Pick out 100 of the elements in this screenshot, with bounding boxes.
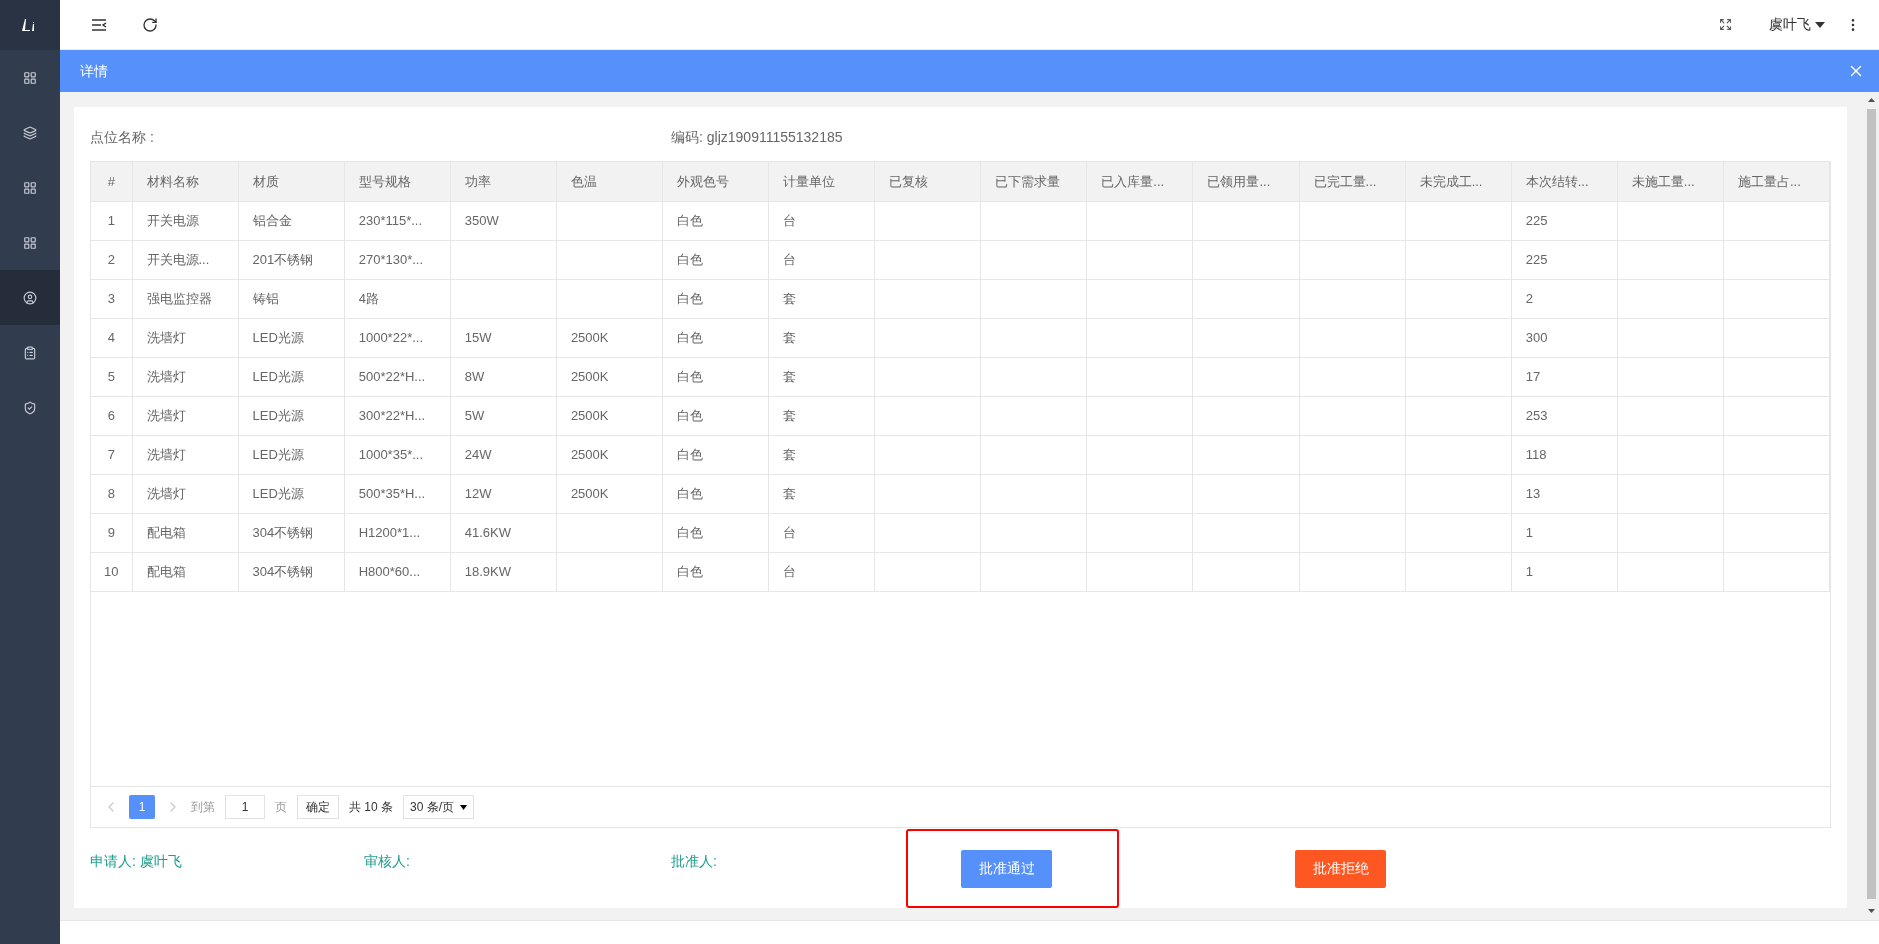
table-cell: 2500K <box>570 446 609 462</box>
table-cell: 15W <box>464 329 492 345</box>
table-cell: 6 <box>107 407 115 423</box>
table-cell: LED光源 <box>252 329 304 345</box>
table-cell: 套 <box>783 290 797 306</box>
column-header: 功率 <box>450 162 557 201</box>
table-cell: 253 <box>1525 407 1548 423</box>
table-cell: LED光源 <box>252 407 304 423</box>
table-cell: 2 <box>107 251 115 267</box>
table-cell: 白色 <box>676 290 703 306</box>
table-cell: 350W <box>464 212 499 228</box>
table-cell: H1200*1... <box>358 524 421 540</box>
table-cell: 304不锈钢 <box>252 563 314 579</box>
table-cell: 白色 <box>676 329 703 345</box>
table-cell: 套 <box>783 329 797 345</box>
table-cell: 500*22*H... <box>358 368 426 384</box>
page-size-select[interactable]: 30 条/页 <box>403 795 475 819</box>
column-header: # <box>91 162 132 201</box>
table-cell: 洗墙灯 <box>146 329 186 345</box>
field-label: 编码: gljz190911155132185 <box>671 127 843 147</box>
table-cell: 白色 <box>676 485 703 501</box>
table-cell: 1 <box>1525 524 1533 540</box>
menu-fold-icon[interactable] <box>91 17 107 32</box>
confirm-button[interactable]: 确定 <box>297 795 339 819</box>
table-cell: 开关电源 <box>146 212 199 228</box>
table-cell: 铸铝 <box>252 290 279 306</box>
table-cell: 12W <box>464 485 492 501</box>
column-header: 型号规格 <box>344 162 451 201</box>
table-cell: 1 <box>107 212 115 228</box>
table-cell: 白色 <box>676 446 703 462</box>
table-cell: 4 <box>107 329 115 345</box>
table-cell: 开关电源... <box>146 251 210 267</box>
column-header: 材料名称 <box>132 162 239 201</box>
table-cell: 配电箱 <box>146 563 186 579</box>
user-menu[interactable]: 虞叶飞 <box>1769 14 1825 35</box>
table-cell: 4路 <box>358 290 379 306</box>
table-cell: 24W <box>464 446 492 462</box>
caret-icon <box>460 804 468 810</box>
table-cell: 白色 <box>676 212 703 228</box>
column-header: 未施工量... <box>1617 162 1724 201</box>
column-header: 已完工量... <box>1299 162 1406 201</box>
table-cell: 300 <box>1525 329 1548 345</box>
column-header: 计量单位 <box>768 162 875 201</box>
table-cell: 套 <box>783 407 797 423</box>
table-cell: 2500K <box>570 407 609 423</box>
table-cell: 7 <box>107 446 115 462</box>
table-cell: 304不锈钢 <box>252 524 314 540</box>
sidebar-item[interactable] <box>0 270 60 325</box>
column-header: 已领用量... <box>1192 162 1300 201</box>
refresh-icon[interactable] <box>142 16 158 33</box>
table-cell: 201不锈钢 <box>252 251 314 267</box>
table-cell: 18.9KW <box>464 563 512 579</box>
column-header: 已复核 <box>874 162 981 201</box>
column-header: 本次结转... <box>1511 162 1618 201</box>
table-cell: 2500K <box>570 329 609 345</box>
table-cell: 洗墙灯 <box>146 407 186 423</box>
dialog-title: 详情 <box>80 61 108 81</box>
table-cell: 洗墙灯 <box>146 485 186 501</box>
table-cell: 白色 <box>676 524 703 540</box>
fullscreen-icon[interactable] <box>1719 18 1732 31</box>
menu-item-icon <box>23 180 37 195</box>
table-cell: 8W <box>464 368 485 384</box>
table-cell: 8 <box>107 485 115 501</box>
table-cell: 2 <box>1525 290 1533 306</box>
table-cell: 1 <box>1525 563 1533 579</box>
table-cell: 9 <box>107 524 115 540</box>
table-cell: 225 <box>1525 212 1548 228</box>
table-cell: 套 <box>783 446 797 462</box>
menu-item-icon <box>23 235 37 250</box>
caret-icon <box>1815 21 1825 28</box>
table-cell: 配电箱 <box>146 524 186 540</box>
table-cell: 白色 <box>676 407 703 423</box>
column-header: 未完成工... <box>1405 162 1512 201</box>
column-header: 施工量占... <box>1723 162 1830 201</box>
column-header: 外观色号 <box>662 162 769 201</box>
table-cell: 13 <box>1525 485 1541 501</box>
table-cell: 2500K <box>570 368 609 384</box>
table-cell: 225 <box>1525 251 1548 267</box>
field-label: 点位名称 : <box>90 127 155 147</box>
total-count: 共 10 条 <box>349 799 393 816</box>
table-cell: 洗墙灯 <box>146 446 186 462</box>
page-input[interactable]: 1 <box>225 795 265 819</box>
table-cell: 2500K <box>570 485 609 501</box>
menu-item-icon <box>23 400 37 415</box>
signature-label: 审核人: <box>364 853 410 869</box>
table-cell: 1000*22*... <box>358 329 424 345</box>
table-cell: LED光源 <box>252 485 304 501</box>
menu-item-icon <box>23 125 37 140</box>
signature-label: 批准人: <box>671 853 717 869</box>
table-cell: 白色 <box>676 368 703 384</box>
signature-label: 申请人: 虞叶飞 <box>90 853 182 869</box>
table-cell: H800*60... <box>358 563 421 579</box>
table-cell: 套 <box>783 485 797 501</box>
table-cell: 118 <box>1525 446 1547 462</box>
table-cell: 41.6KW <box>464 524 512 540</box>
page-unit-label: 页 <box>275 799 287 816</box>
table-cell: 270*130*... <box>358 251 424 267</box>
table-cell: 套 <box>783 368 797 384</box>
column-header: 已入库量... <box>1086 162 1193 201</box>
menu-item-icon <box>23 290 37 305</box>
